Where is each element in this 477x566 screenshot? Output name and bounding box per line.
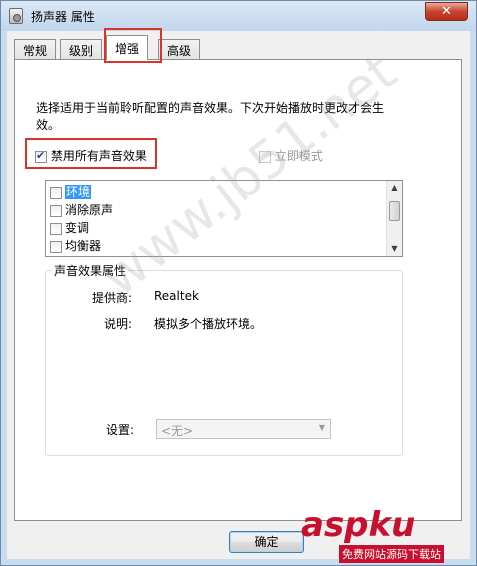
immediate-mode-checkbox[interactable]: 立即模式: [259, 147, 323, 164]
description-label: 说明:: [104, 317, 133, 331]
checkbox-unchecked-icon[interactable]: [259, 150, 271, 163]
dialog-client: 常规 级别 增强 高级 选择适用于当前聆听配置的声音效果。下次开始播放时更改才会…: [7, 28, 470, 559]
site-logo: aspku 免费网站源码下载站: [299, 505, 474, 563]
provider-label: 提供商:: [92, 291, 133, 305]
ok-button[interactable]: 确定: [229, 531, 304, 553]
scroll-up-icon[interactable]: ▲: [387, 181, 402, 195]
enhancements-panel: 选择适用于当前聆听配置的声音效果。下次开始播放时更改才会生 效。 禁用所有声音效…: [14, 59, 462, 521]
list-item-pitch-shift[interactable]: 变调: [50, 219, 89, 235]
tab-general[interactable]: 常规: [14, 39, 57, 59]
settings-select[interactable]: <无> ▼: [156, 419, 331, 439]
checkbox-unchecked-icon[interactable]: [50, 240, 62, 253]
window-title: 扬声器 属性: [31, 10, 95, 24]
scroll-down-icon[interactable]: ▼: [387, 242, 402, 256]
checkbox-unchecked-icon[interactable]: [50, 204, 62, 217]
speaker-icon: [9, 8, 23, 24]
checkbox-unchecked-icon[interactable]: [50, 222, 62, 235]
enhancements-description: 选择适用于当前聆听配置的声音效果。下次开始播放时更改才会生 效。: [36, 101, 385, 132]
group-title: 声音效果属性: [52, 262, 129, 279]
close-button[interactable]: ✕: [425, 2, 468, 21]
disable-all-effects-checkbox[interactable]: 禁用所有声音效果: [35, 147, 147, 164]
description-value: 模拟多个播放环境。: [154, 317, 263, 331]
tab-advanced[interactable]: 高级: [158, 39, 201, 59]
settings-label: 设置:: [106, 423, 135, 437]
properties-window: 扬声器 属性 ✕ 常规 级别 增强 高级 选择适用于当前聆听配置的声音效果。下次…: [0, 0, 477, 566]
tab-enhancements[interactable]: 增强: [106, 35, 149, 60]
tab-levels[interactable]: 级别: [60, 39, 103, 59]
scroll-thumb[interactable]: [389, 201, 400, 221]
list-item-equalizer[interactable]: 均衡器: [50, 237, 101, 253]
chevron-down-icon: ▼: [318, 423, 325, 432]
checkbox-unchecked-icon[interactable]: [50, 186, 62, 199]
list-item-voice-cancellation[interactable]: 消除原声: [50, 201, 113, 217]
effects-list[interactable]: 环境 消除原声 变调 均衡器 ▲ ▼: [45, 180, 403, 257]
checkbox-checked-icon[interactable]: [35, 149, 47, 163]
effect-properties-group: 声音效果属性 提供商: Realtek 说明: 模拟多个播放环境。 设置: <无…: [45, 262, 403, 456]
title-bar[interactable]: 扬声器 属性 ✕: [1, 1, 476, 31]
provider-value: Realtek: [154, 289, 199, 303]
effects-list-scrollbar[interactable]: ▲ ▼: [386, 181, 402, 256]
list-item-environment[interactable]: 环境: [50, 183, 92, 199]
